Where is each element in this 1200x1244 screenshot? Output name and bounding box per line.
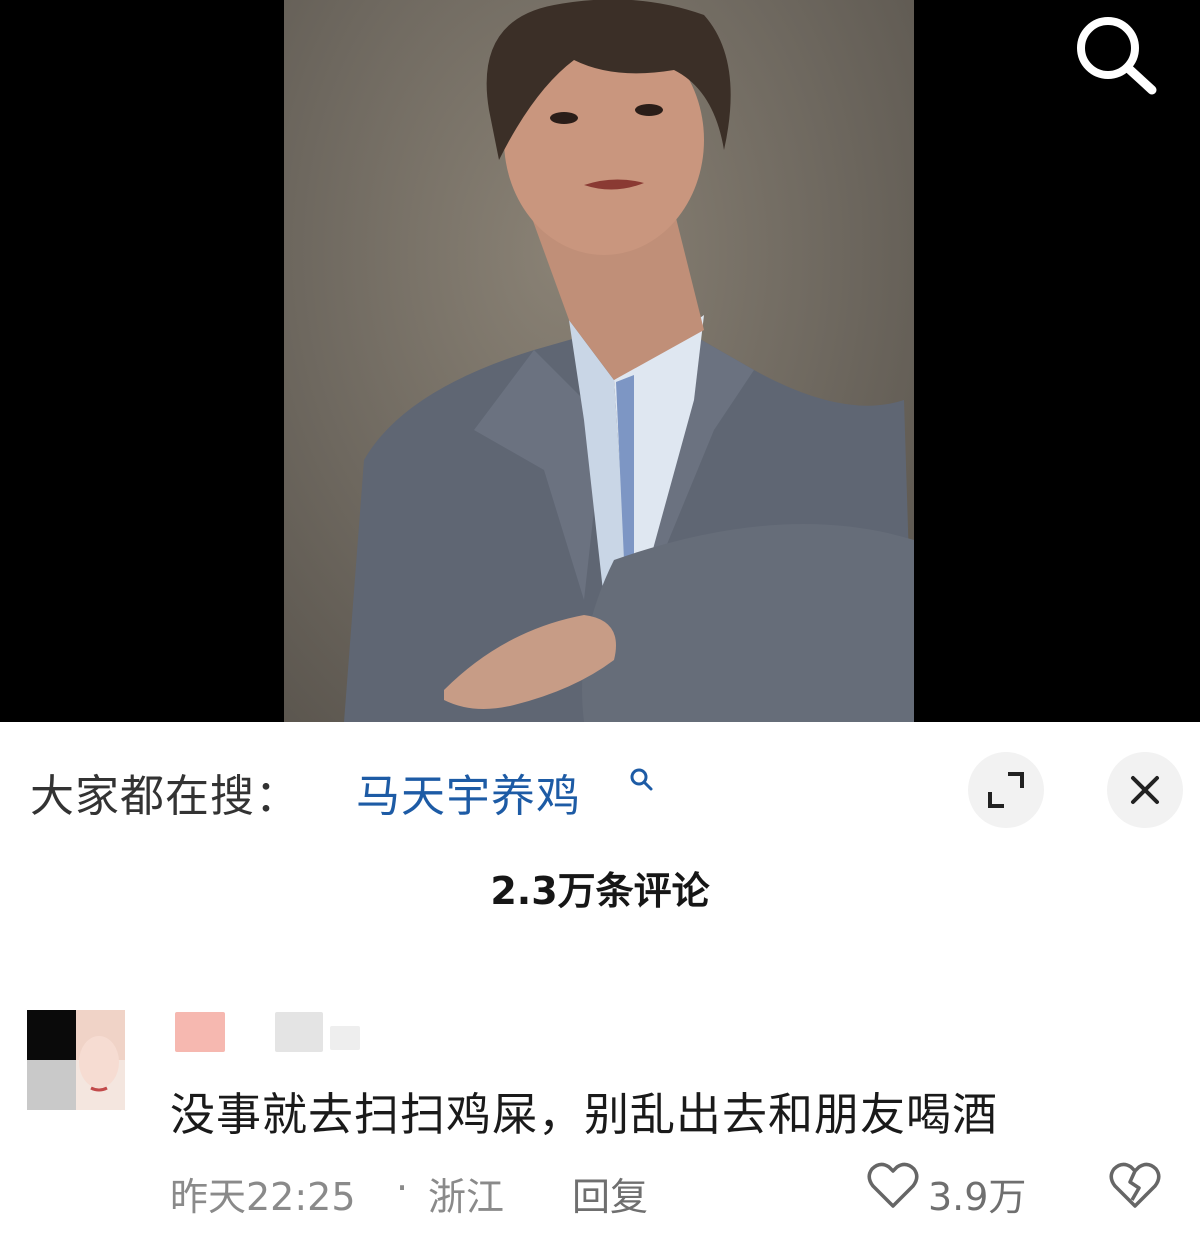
- dislike-button[interactable]: [1108, 1160, 1162, 1216]
- broken-heart-icon: [1109, 1162, 1161, 1208]
- username-blurred: [175, 1012, 225, 1052]
- search-button[interactable]: [1070, 14, 1160, 96]
- user-level-blurred: [330, 1026, 360, 1050]
- user-badge-blurred: [275, 1012, 323, 1052]
- search-small-icon: [628, 766, 656, 798]
- meta-separator: ·: [396, 1166, 409, 1210]
- comment-location: 浙江: [428, 1175, 505, 1219]
- comment-time: 昨天22:25: [170, 1175, 356, 1219]
- like-button[interactable]: [866, 1160, 920, 1216]
- media-player[interactable]: [0, 0, 1200, 722]
- expand-icon: [988, 772, 1024, 808]
- search-icon: [1077, 17, 1157, 95]
- trending-keyword-link[interactable]: 马天宇养鸡: [356, 760, 581, 824]
- photo-illustration: [344, 0, 914, 722]
- trending-prefix: 大家都在搜：: [30, 771, 300, 822]
- close-icon: [1131, 776, 1159, 804]
- reply-button[interactable]: 回复: [572, 1166, 648, 1221]
- post-photo: [284, 0, 914, 722]
- expand-button[interactable]: [968, 752, 1044, 828]
- close-button[interactable]: [1107, 752, 1183, 828]
- avatar[interactable]: [27, 1010, 125, 1110]
- heart-icon: [867, 1162, 919, 1208]
- comment-text: 没事就去扫扫鸡屎，别乱出去和朋友喝酒: [170, 1088, 999, 1141]
- comment-count-title: 2.3万条评论: [490, 869, 710, 913]
- like-count: 3.9万: [928, 1175, 1027, 1219]
